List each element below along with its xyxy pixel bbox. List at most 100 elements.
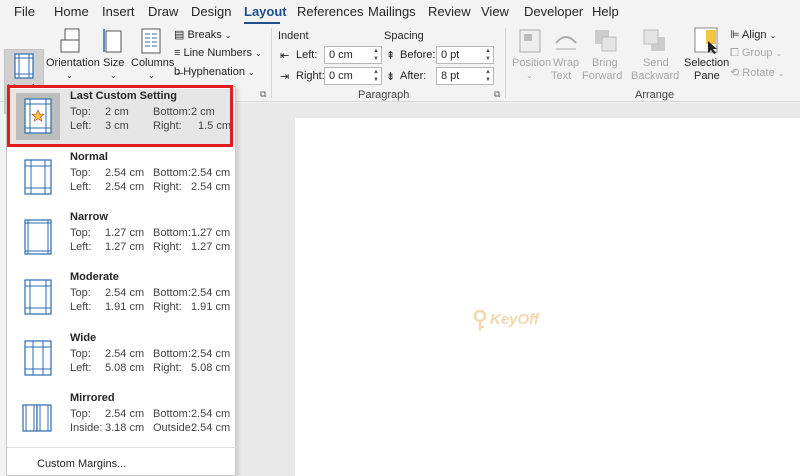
group-icon: ⧠ xyxy=(730,47,739,59)
top-value: 2.54 cm xyxy=(105,287,145,299)
chevron-down-icon: ⌄ xyxy=(110,71,117,80)
line-numbers-button[interactable]: ≡ Line Numbers ⌄ xyxy=(174,47,262,59)
indent-left-label: Left: xyxy=(296,49,318,61)
tab-developer[interactable]: Developer xyxy=(524,4,583,19)
indent-right-icon: ⇥ xyxy=(280,71,290,83)
hyphenation-button[interactable]: b̶ Hyphenation ⌄ xyxy=(174,66,255,78)
columns-button[interactable]: Columns xyxy=(131,57,174,69)
line-numbers-label: Line Numbers xyxy=(183,47,252,59)
right-label: Right: xyxy=(153,362,182,374)
margin-preset-mirrored[interactable]: Mirrored Top: 2.54 cm Bottom: 2.54 cm In… xyxy=(7,389,237,449)
left-label: Left: xyxy=(70,241,92,253)
narrow-margin-icon xyxy=(24,219,52,255)
chevron-down-icon: ⌄ xyxy=(148,71,155,80)
bring-forward-icon xyxy=(595,30,617,52)
spacing-before-value: 0 pt xyxy=(441,49,460,61)
group-button[interactable]: ⧠ Group ⌄ xyxy=(730,47,782,60)
wrap-text-label-line2: Text xyxy=(551,70,572,82)
chevron-down-icon: ⌄ xyxy=(255,49,262,58)
spacing-before-label: Before: xyxy=(400,49,436,61)
tab-references[interactable]: References xyxy=(297,4,363,19)
tab-layout[interactable]: Layout xyxy=(244,4,287,19)
key-icon xyxy=(473,309,487,331)
top-label: Top: xyxy=(70,227,91,239)
send-backward-icon xyxy=(643,29,665,51)
spinner-arrows-icon[interactable]: ▲ ▼ xyxy=(371,47,381,63)
chevron-down-icon: ⌄ xyxy=(777,69,785,78)
tab-insert[interactable]: Insert xyxy=(102,4,135,19)
tab-review[interactable]: Review xyxy=(428,4,471,19)
chevron-down-icon: ⌄ xyxy=(526,71,533,80)
margin-preset-moderate[interactable]: Moderate Top: 2.54 cm Bottom: 2.54 cm Le… xyxy=(7,268,237,328)
custom-margins-button[interactable]: Custom Margins... xyxy=(7,447,237,473)
right-label: Right: xyxy=(153,241,182,253)
tab-view[interactable]: View xyxy=(481,4,509,19)
size-button[interactable]: Size xyxy=(103,57,124,69)
margin-preset-narrow[interactable]: Narrow Top: 1.27 cm Bottom: 1.27 cm Left… xyxy=(7,208,237,268)
breaks-button[interactable]: ▤ Breaks ⌄ xyxy=(174,28,231,41)
top-value: 2.54 cm xyxy=(105,348,145,360)
divider xyxy=(271,28,272,98)
bottom-label: Bottom: xyxy=(153,408,191,420)
orientation-button[interactable]: Orientation xyxy=(46,57,100,69)
outside-value: 2.54 cm xyxy=(191,422,231,434)
hyphenation-icon: b̶ xyxy=(174,66,181,78)
spinner-arrows-icon[interactable]: ▲ ▼ xyxy=(483,68,493,84)
top-value: 1.27 cm xyxy=(105,227,145,239)
tab-draw[interactable]: Draw xyxy=(148,4,178,19)
align-button[interactable]: ⊫ Align ⌄ xyxy=(730,28,776,41)
spacing-after-field[interactable]: 8 pt ▲ ▼ xyxy=(436,67,494,85)
rotate-button[interactable]: ⟲ Rotate ⌄ xyxy=(730,66,784,79)
tab-mailings[interactable]: Mailings xyxy=(368,4,416,19)
right-value: 1.27 cm xyxy=(191,241,231,253)
align-icon: ⊫ xyxy=(730,29,740,41)
spacing-before-field[interactable]: 0 pt ▲ ▼ xyxy=(436,46,494,64)
position-button[interactable]: Position xyxy=(512,57,551,69)
chevron-down-icon: ⌄ xyxy=(775,49,783,58)
tab-help[interactable]: Help xyxy=(592,4,619,19)
orientation-icon xyxy=(60,28,80,53)
bottom-label: Bottom: xyxy=(153,227,191,239)
page-setup-launcher-icon[interactable]: ⧉ xyxy=(260,89,266,100)
preset-name: Wide xyxy=(70,332,97,344)
preset-name: Narrow xyxy=(70,211,108,223)
top-label: Top: xyxy=(70,348,91,360)
breaks-icon: ▤ xyxy=(174,29,185,41)
spinner-arrows-icon[interactable]: ▲ ▼ xyxy=(371,68,381,84)
group-label: Group xyxy=(741,47,773,59)
inside-label: Inside: xyxy=(70,422,103,434)
position-icon xyxy=(519,29,541,53)
divider xyxy=(505,28,506,98)
tab-file[interactable]: File xyxy=(14,4,35,19)
inside-value: 3.18 cm xyxy=(105,422,145,434)
bring-forward-button[interactable]: Bring xyxy=(592,57,618,69)
spinner-arrows-icon[interactable]: ▲ ▼ xyxy=(483,47,493,63)
indent-left-field[interactable]: 0 cm ▲ ▼ xyxy=(324,46,382,64)
indent-right-label: Right: xyxy=(296,70,325,82)
margin-preset-wide[interactable]: Wide Top: 2.54 cm Bottom: 2.54 cm Left: … xyxy=(7,329,237,389)
paragraph-launcher-icon[interactable]: ⧉ xyxy=(494,89,500,100)
left-value: 1.91 cm xyxy=(105,301,145,313)
right-value: 1.91 cm xyxy=(191,301,231,313)
wide-margin-icon xyxy=(24,340,52,376)
margin-preset-normal[interactable]: Normal Top: 2.54 cm Bottom: 2.54 cm Left… xyxy=(7,148,237,208)
selection-pane-button[interactable]: Selection xyxy=(684,57,729,69)
indent-label: Indent xyxy=(278,30,309,42)
chevron-down-icon: ⌄ xyxy=(66,71,73,80)
bottom-value: 2.54 cm xyxy=(191,348,231,360)
bottom-value: 2.54 cm xyxy=(191,167,231,179)
indent-right-field[interactable]: 0 cm ▲ ▼ xyxy=(324,67,382,85)
send-backward-button[interactable]: Send xyxy=(643,57,669,69)
wrap-text-button[interactable]: Wrap xyxy=(553,57,579,69)
right-value: 5.08 cm xyxy=(191,362,231,374)
selection-pane-label-line2: Pane xyxy=(694,70,720,82)
document-page[interactable] xyxy=(295,118,800,476)
hyphenation-label: Hyphenation xyxy=(183,66,245,78)
bottom-label: Bottom: xyxy=(153,348,191,360)
preset-name: Mirrored xyxy=(70,392,115,404)
send-backward-label-line2: Backward xyxy=(631,70,680,82)
preset-name: Moderate xyxy=(70,271,119,283)
tab-home[interactable]: Home xyxy=(54,4,89,19)
tab-design[interactable]: Design xyxy=(191,4,231,19)
line-numbers-icon: ≡ xyxy=(174,47,181,59)
